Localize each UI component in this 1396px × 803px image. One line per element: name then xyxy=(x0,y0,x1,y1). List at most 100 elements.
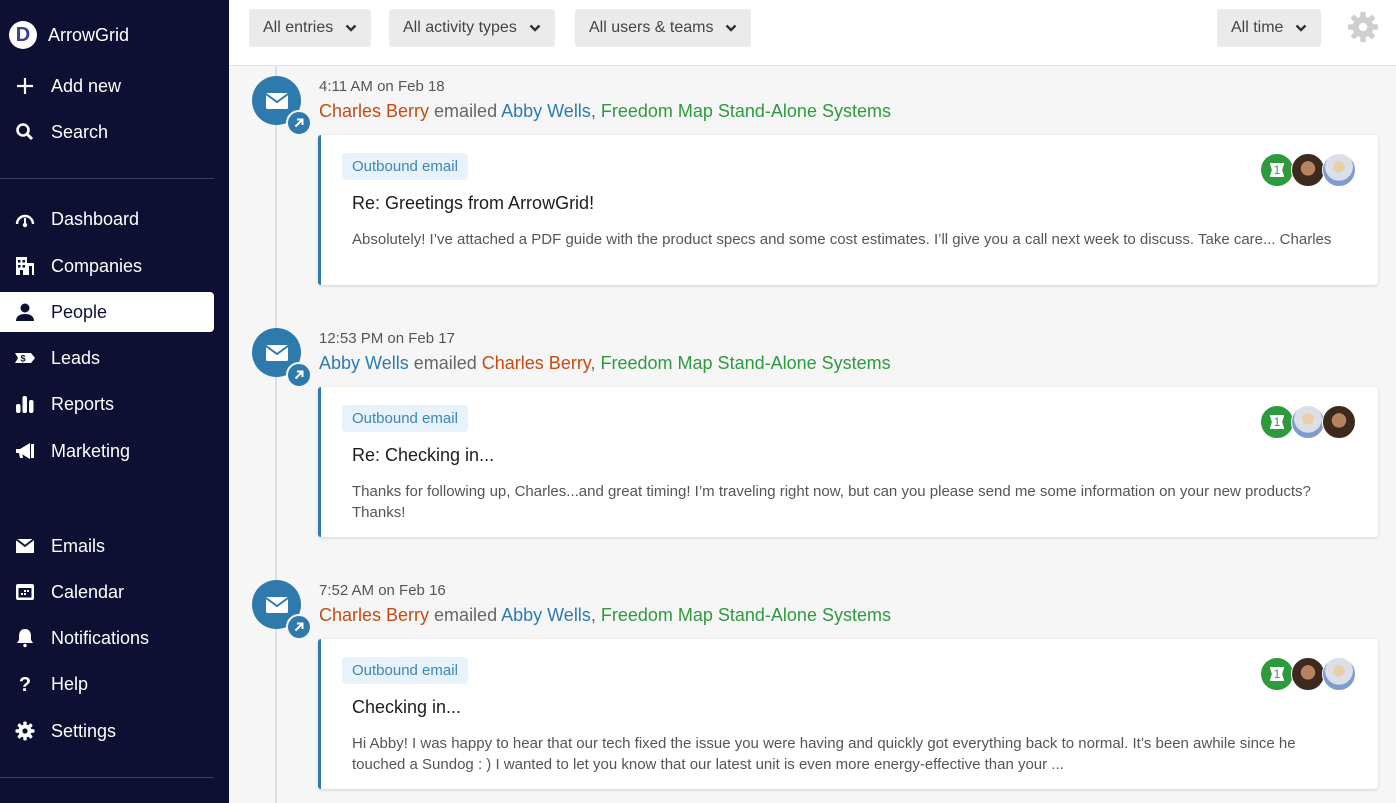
sidebar-divider xyxy=(0,178,214,179)
outbound-arrow-icon xyxy=(286,362,312,388)
bar-chart-icon xyxy=(12,393,38,415)
users-teams-filter-dropdown[interactable]: All users & teams xyxy=(575,9,752,47)
sidebar-item-calendar[interactable]: Calendar xyxy=(0,572,214,612)
verb-text: emailed xyxy=(434,101,498,121)
brand-logo[interactable]: D ArrowGrid xyxy=(0,15,214,55)
company-link[interactable]: Freedom Map Stand-Alone Systems xyxy=(601,605,891,625)
participant-avatars: 1 xyxy=(1260,405,1356,439)
entry-timestamp: 7:52 AM on Feb 16 xyxy=(319,582,446,599)
email-card[interactable]: Outbound email Re: Greetings from ArrowG… xyxy=(318,135,1378,285)
sidebar-item-label: Emails xyxy=(51,535,106,556)
email-type-badge: Outbound email xyxy=(342,405,468,432)
participant-avatar[interactable] xyxy=(1291,657,1325,691)
brand-logo-icon: D xyxy=(9,21,37,49)
company-link[interactable]: Freedom Map Stand-Alone Systems xyxy=(601,353,891,373)
email-preview: Absolutely! I’ve attached a PDF guide wi… xyxy=(352,231,1332,248)
entry-headline: Charles Berry emailed Abby Wells, Freedo… xyxy=(319,101,891,122)
separator: , xyxy=(590,353,596,373)
building-icon xyxy=(12,255,38,277)
sidebar-item-help[interactable]: ? Help xyxy=(0,664,214,704)
sidebar: D ArrowGrid Add new Search Dashboard Com… xyxy=(0,0,229,803)
separator: , xyxy=(590,101,596,121)
sidebar-item-companies[interactable]: Companies xyxy=(0,246,214,286)
sidebar-item-search[interactable]: Search xyxy=(0,112,214,152)
email-type-badge: Outbound email xyxy=(342,657,468,684)
recipient-link[interactable]: Abby Wells xyxy=(501,605,591,625)
participant-avatar[interactable] xyxy=(1322,405,1356,439)
sidebar-item-reports[interactable]: Reports xyxy=(0,384,214,424)
search-icon xyxy=(12,121,38,143)
recipient-link[interactable]: Charles Berry xyxy=(482,353,591,373)
sender-link[interactable]: Charles Berry xyxy=(319,605,429,625)
person-icon xyxy=(12,301,38,323)
activity-types-filter-label: All activity types xyxy=(403,19,517,36)
filter-bar: All entries All activity types All users… xyxy=(229,0,1396,66)
sidebar-item-notifications[interactable]: Notifications xyxy=(0,618,214,658)
settings-gear-icon[interactable] xyxy=(1347,11,1379,43)
ticket-dollar-icon: $ xyxy=(12,347,38,369)
sender-link[interactable]: Abby Wells xyxy=(319,353,409,373)
sidebar-item-dashboard[interactable]: Dashboard xyxy=(0,199,214,239)
participant-avatar[interactable] xyxy=(1291,153,1325,187)
sidebar-item-marketing[interactable]: Marketing xyxy=(0,431,214,471)
verb-text: emailed xyxy=(434,605,498,625)
participant-avatars: 1 xyxy=(1260,153,1356,187)
question-icon: ? xyxy=(12,673,38,695)
sidebar-item-people[interactable]: People xyxy=(0,292,214,332)
entry-timestamp: 12:53 PM on Feb 17 xyxy=(319,330,455,347)
chevron-down-icon xyxy=(1296,24,1307,32)
chevron-down-icon xyxy=(345,24,357,32)
sidebar-item-label: Notifications xyxy=(51,627,150,648)
outbound-arrow-icon xyxy=(286,614,312,640)
sidebar-item-label: Reports xyxy=(51,393,115,414)
sidebar-item-leads[interactable]: $ Leads xyxy=(0,338,214,378)
sidebar-item-settings[interactable]: Settings xyxy=(0,711,214,751)
participant-avatar[interactable] xyxy=(1322,657,1356,691)
entry-timestamp: 4:11 AM on Feb 18 xyxy=(319,78,445,95)
thread-count-badge[interactable]: 1 xyxy=(1260,657,1294,691)
entry-headline: Abby Wells emailed Charles Berry, Freedo… xyxy=(319,353,891,374)
sidebar-item-label: Settings xyxy=(51,720,117,741)
svg-text:?: ? xyxy=(19,674,31,694)
bell-icon xyxy=(12,627,38,649)
time-filter-dropdown[interactable]: All time xyxy=(1217,9,1322,47)
sidebar-item-label: Marketing xyxy=(51,440,131,461)
email-subject: Re: Greetings from ArrowGrid! xyxy=(352,193,595,213)
entries-filter-label: All entries xyxy=(263,19,334,36)
thread-count-badge[interactable]: 1 xyxy=(1260,405,1294,439)
gear-icon xyxy=(12,720,38,742)
time-filter-label: All time xyxy=(1231,19,1284,36)
sender-link[interactable]: Charles Berry xyxy=(319,101,429,121)
email-type-badge: Outbound email xyxy=(342,153,468,180)
plus-icon xyxy=(12,75,38,97)
sidebar-divider xyxy=(0,777,214,778)
participant-avatar[interactable] xyxy=(1322,153,1356,187)
participant-avatar[interactable] xyxy=(1291,405,1325,439)
email-card[interactable]: Outbound email Re: Checking in... Thanks… xyxy=(318,387,1378,537)
sidebar-item-label: Leads xyxy=(51,347,101,368)
sidebar-item-label: Dashboard xyxy=(51,208,140,229)
chevron-down-icon xyxy=(529,24,541,32)
verb-text: emailed xyxy=(413,353,477,373)
thread-count-badge[interactable]: 1 xyxy=(1260,153,1294,187)
email-preview: Thanks for following up, Charles...and g… xyxy=(352,483,1311,521)
recipient-link[interactable]: Abby Wells xyxy=(501,101,591,121)
calendar-icon xyxy=(12,581,38,603)
users-teams-filter-label: All users & teams xyxy=(589,19,714,36)
sidebar-item-label: Help xyxy=(51,673,89,694)
entries-filter-dropdown[interactable]: All entries xyxy=(249,9,372,47)
sidebar-item-label: Add new xyxy=(51,75,122,96)
entry-headline: Charles Berry emailed Abby Wells, Freedo… xyxy=(319,605,891,626)
email-preview: Hi Abby! I was happy to hear that our te… xyxy=(352,735,1296,773)
separator: , xyxy=(590,605,596,625)
timeline-line xyxy=(275,66,277,803)
activity-types-filter-dropdown[interactable]: All activity types xyxy=(389,9,555,47)
sidebar-item-emails[interactable]: Emails xyxy=(0,526,214,566)
outbound-arrow-icon xyxy=(286,110,312,136)
email-card[interactable]: Outbound email Checking in... Hi Abby! I… xyxy=(318,639,1378,789)
email-subject: Checking in... xyxy=(352,697,462,717)
sidebar-item-label: People xyxy=(51,301,108,322)
gauge-icon xyxy=(12,208,38,230)
sidebar-item-add-new[interactable]: Add new xyxy=(0,66,214,106)
company-link[interactable]: Freedom Map Stand-Alone Systems xyxy=(601,101,891,121)
